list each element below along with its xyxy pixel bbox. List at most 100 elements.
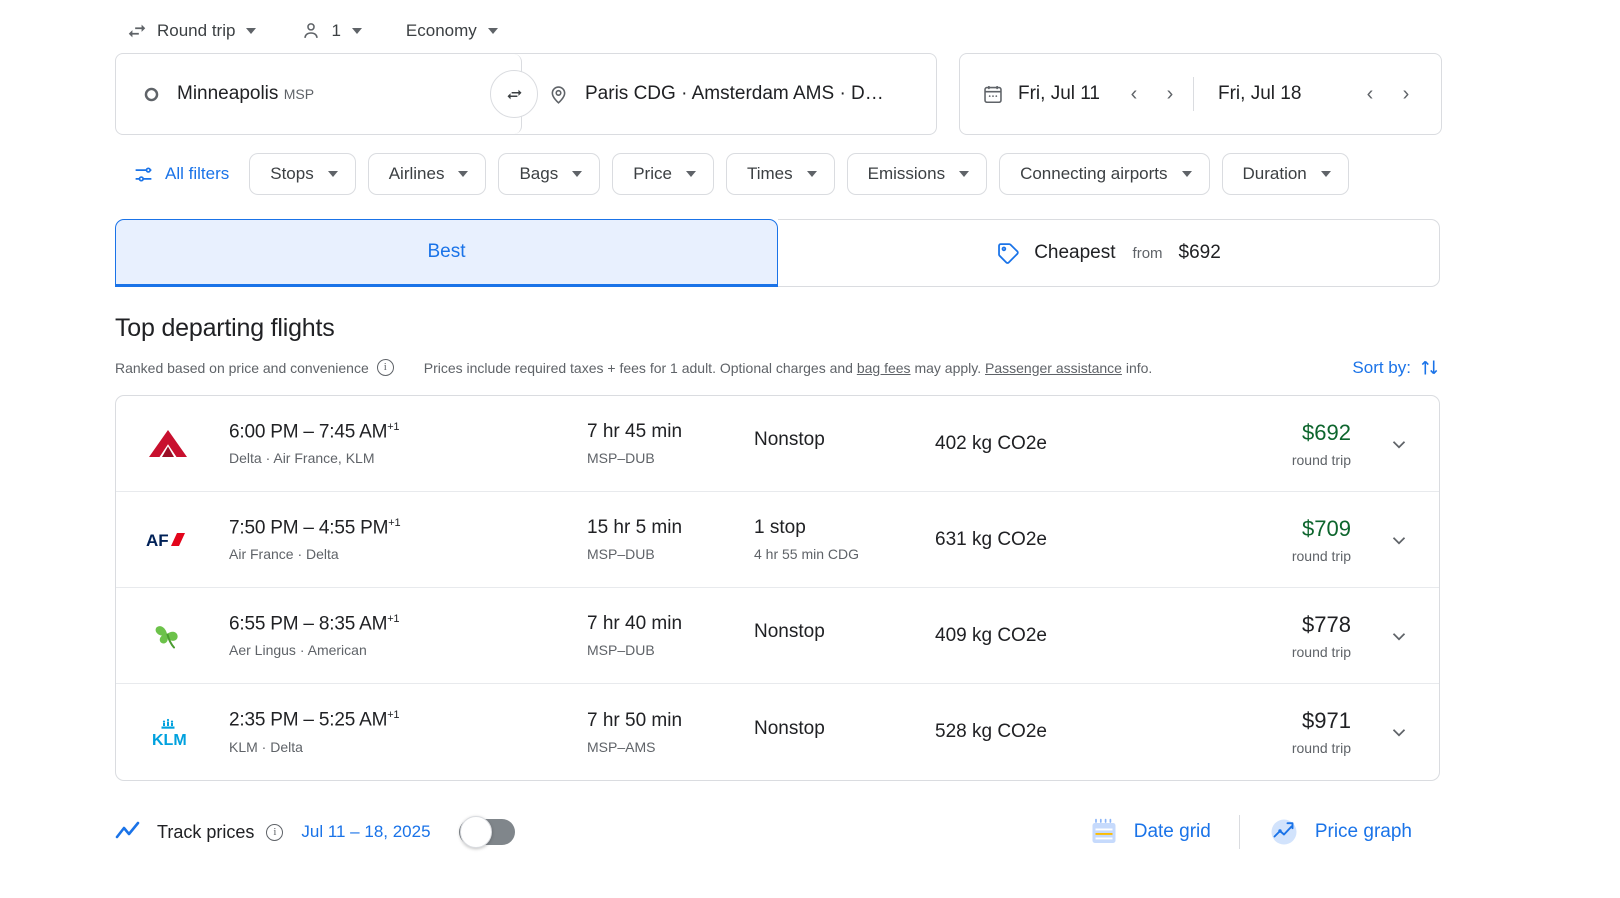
price-cell: $709 round trip (1292, 516, 1381, 564)
emissions: 402 kg CO2e (935, 432, 1047, 454)
info-icon[interactable]: i (376, 359, 394, 376)
emissions: 409 kg CO2e (935, 624, 1047, 646)
filter-chip-times[interactable]: Times (725, 153, 835, 195)
return-next-day-button[interactable]: › (1389, 77, 1423, 111)
chevron-down-icon (458, 171, 469, 177)
chip-label: Airlines (388, 164, 445, 183)
expand-row-button[interactable] (1381, 714, 1417, 750)
depart-next-day-button[interactable]: › (1153, 77, 1187, 111)
flight-times-cell: 6:55 PM – 8:35 AM+1 Aer Lingus · America… (202, 613, 587, 658)
tab-cheapest[interactable]: Cheapest from $692 (778, 219, 1440, 287)
stops: Nonstop (754, 621, 825, 642)
trip-options-bar: Round trip 1 Economy (115, 0, 1620, 42)
times-text: 7:50 PM – 4:55 PM (229, 517, 389, 539)
chip-label: Times (746, 164, 793, 183)
track-prices-group: Track prices i Jul 11 – 18, 2025 (115, 816, 515, 848)
cabin-class-selector[interactable]: Economy (395, 12, 509, 50)
date-grid-button[interactable]: Date grid (1061, 817, 1239, 847)
passengers-selector[interactable]: 1 (289, 12, 372, 50)
chevron-down-icon (1392, 632, 1406, 640)
places-group: Minneapolis MSP Paris CDG · Amsterdam AM… (115, 53, 937, 135)
price-graph-button[interactable]: Price graph (1240, 816, 1440, 848)
tab-cheapest-label: Cheapest (1034, 242, 1116, 263)
day-offset: +1 (387, 709, 400, 722)
airfrance-logo: AF (146, 520, 202, 560)
emissions-cell: 409 kg CO2e (935, 625, 1235, 647)
filter-chip-duration[interactable]: Duration (1221, 153, 1349, 195)
depart-date[interactable]: Fri, Jul 11 (1018, 83, 1100, 105)
destination-input[interactable]: Paris CDG · Amsterdam AMS · D… (522, 54, 936, 134)
filter-chip-price[interactable]: Price (612, 153, 714, 195)
price-cell: $692 round trip (1292, 420, 1381, 468)
sort-by-button[interactable]: Sort by: (1352, 357, 1440, 378)
all-filters-button[interactable]: All filters (115, 155, 237, 193)
filter-chip-stops[interactable]: Stops (249, 153, 356, 195)
table-row[interactable]: AF 7:50 PM – 4:55 PM+1 Air France · Delt… (116, 492, 1439, 588)
origin-input[interactable]: Minneapolis MSP (116, 54, 522, 134)
expand-row-button[interactable] (1381, 426, 1417, 462)
emissions-cell: 402 kg CO2e (935, 433, 1235, 455)
chevron-down-icon (1320, 171, 1331, 177)
times-text: 6:55 PM – 8:35 AM (229, 613, 388, 635)
chevron-down-icon (351, 28, 362, 34)
return-date[interactable]: Fri, Jul 18 (1218, 83, 1301, 105)
trip-type-selector[interactable]: Round trip (115, 12, 267, 50)
route: MSP–AMS (587, 738, 656, 755)
sort-tabs: Best Cheapest from $692 (115, 219, 1440, 287)
passenger-assistance-link[interactable]: Passenger assistance (985, 360, 1122, 376)
carriers: Air France · Delta (229, 546, 339, 563)
tune-icon (133, 164, 154, 185)
aerlingus-logo (146, 616, 202, 656)
bag-fees-link[interactable]: bag fees (857, 360, 911, 376)
duration: 15 hr 5 min (587, 517, 683, 538)
info-icon[interactable]: i (266, 823, 284, 841)
price-disclaimer-mid: may apply. (910, 359, 985, 376)
expand-row-button[interactable] (1381, 522, 1417, 558)
expand-row-button[interactable] (1381, 618, 1417, 654)
depart-prev-day-button[interactable]: ‹ (1117, 77, 1151, 111)
table-row[interactable]: 6:00 PM – 7:45 AM+1 Delta · Air France, … (116, 396, 1439, 492)
table-row[interactable]: KLM 2:35 PM – 5:25 AM+1 KLM · Delta 7 hr… (116, 684, 1439, 780)
filter-chip-airlines[interactable]: Airlines (367, 153, 487, 195)
duration: 7 hr 50 min (587, 709, 683, 731)
passenger-count: 1 (331, 21, 341, 40)
footer-bar: Track prices i Jul 11 – 18, 2025 Date gr… (115, 809, 1440, 855)
swap-arrows-icon (504, 84, 525, 105)
chip-label: Connecting airports (1020, 164, 1168, 183)
track-prices-toggle[interactable] (458, 816, 515, 848)
chevron-down-icon (685, 171, 696, 177)
calendar-icon (982, 83, 1004, 105)
times-text: 6:00 PM – 7:45 AM (229, 421, 388, 443)
svg-text:KLM: KLM (152, 732, 187, 749)
sort-arrows-icon (1419, 357, 1440, 378)
chevron-down-icon (246, 28, 257, 34)
filters-bar: All filters Stops Airlines Bags Price Ti… (115, 153, 1620, 195)
track-prices-dates: Jul 11 – 18, 2025 (301, 822, 431, 841)
duration: 7 hr 40 min (587, 613, 683, 634)
chevron-down-icon (572, 171, 583, 177)
duration-cell: 7 hr 45 min MSP–DUB (587, 421, 754, 466)
return-prev-day-button[interactable]: ‹ (1353, 77, 1387, 111)
filter-chip-bags[interactable]: Bags (498, 153, 601, 195)
dates-group: Fri, Jul 11 ‹ › Fri, Jul 18 ‹ › (959, 53, 1442, 135)
route: MSP–DUB (587, 642, 655, 658)
day-offset: +1 (387, 612, 400, 625)
price-graph-icon (1268, 816, 1300, 848)
price-disclaimer-post: info. (1121, 359, 1153, 376)
chevron-down-icon (1392, 536, 1406, 544)
filter-chip-emissions[interactable]: Emissions (846, 153, 988, 195)
person-icon (300, 20, 322, 42)
tab-best[interactable]: Best (115, 219, 778, 287)
chip-label: Duration (1242, 164, 1307, 183)
cheapest-price: $692 (1178, 242, 1221, 263)
route: MSP–DUB (587, 546, 655, 562)
swap-button[interactable] (490, 70, 538, 118)
stops-cell: Nonstop (754, 429, 935, 458)
carriers: Aer Lingus · American (229, 642, 367, 659)
table-row[interactable]: 6:55 PM – 8:35 AM+1 Aer Lingus · America… (116, 588, 1439, 684)
filter-chip-connecting-airports[interactable]: Connecting airports (999, 153, 1210, 195)
flight-times: 6:00 PM – 7:45 AM+1 (229, 421, 587, 443)
chevron-down-icon (806, 171, 817, 177)
trip-type-label: Round trip (157, 21, 236, 40)
stops: Nonstop (754, 717, 825, 739)
